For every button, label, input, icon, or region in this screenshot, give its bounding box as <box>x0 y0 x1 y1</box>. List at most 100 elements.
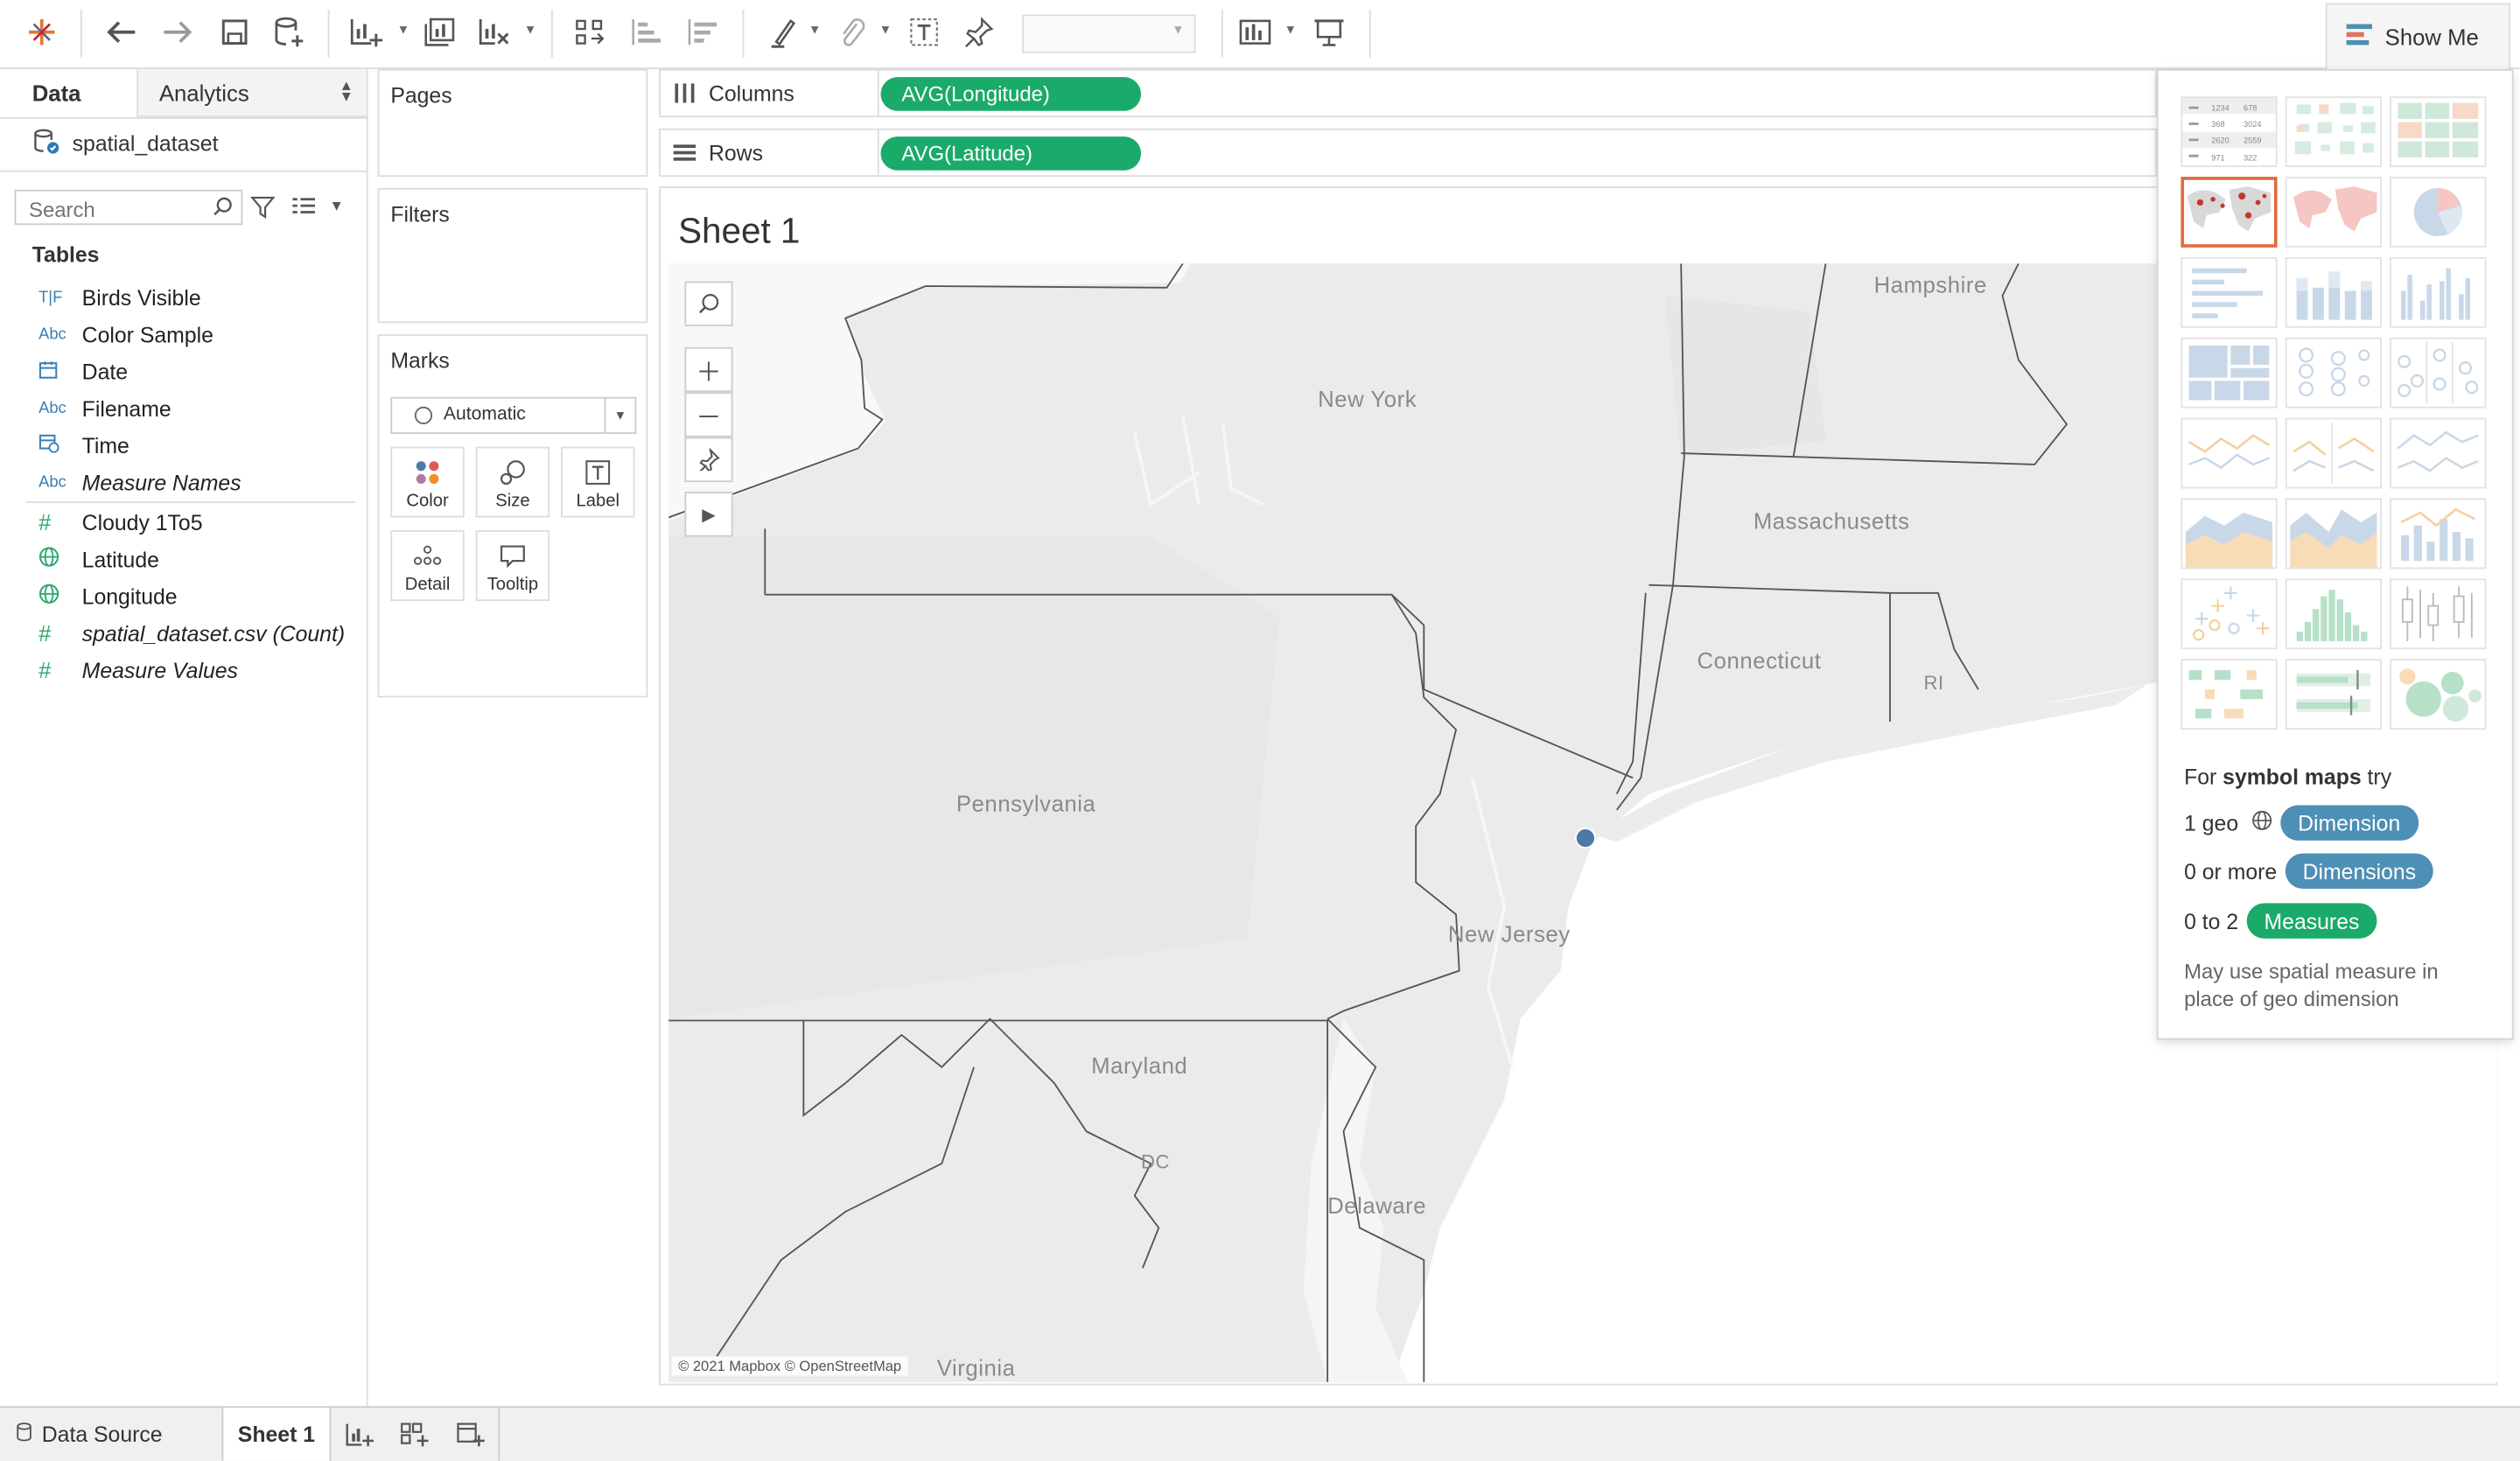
highlight-table-chart-icon[interactable] <box>2390 96 2487 168</box>
box-whisker-chart-icon[interactable] <box>2390 578 2487 650</box>
stacked-bars-chart-icon[interactable] <box>2285 256 2382 328</box>
new-worksheet-tab-icon[interactable] <box>340 1408 379 1461</box>
pages-card[interactable]: Pages <box>377 68 648 178</box>
area-continuous-chart-icon[interactable] <box>2180 498 2278 570</box>
continuous-lines-chart-icon[interactable] <box>2180 417 2278 489</box>
rows-shelf[interactable]: Rows AVG(Latitude) <box>659 128 2157 178</box>
data-source-tab[interactable]: Data Source <box>0 1408 221 1461</box>
sort-descending-icon[interactable] <box>683 13 722 52</box>
sort-ascending-icon[interactable] <box>626 13 665 52</box>
treemap-chart-icon[interactable] <box>2180 337 2278 409</box>
tooltip-button[interactable]: Tooltip <box>475 530 550 602</box>
heat-map-chart-icon[interactable] <box>2285 96 2382 168</box>
symbol-map-chart-icon[interactable] <box>2180 177 2278 248</box>
new-worksheet-icon[interactable] <box>347 13 386 52</box>
color-icon <box>415 457 440 489</box>
globe-icon <box>38 547 82 572</box>
search-input[interactable] <box>25 192 209 226</box>
save-icon[interactable] <box>215 13 254 52</box>
field-time[interactable]: Time <box>38 429 130 461</box>
group-icon[interactable] <box>832 13 871 52</box>
field-latitude[interactable]: Latitude <box>38 543 159 576</box>
new-data-source-icon[interactable] <box>270 13 309 52</box>
mark-type-dropdown[interactable]: Automatic ▼ <box>390 396 637 434</box>
tab-analytics[interactable]: Analytics ▲ ▼ <box>137 68 367 118</box>
dimension-badge: Dimension <box>2279 805 2418 841</box>
field-measure-names[interactable]: Abc Measure Names <box>38 466 242 499</box>
new-story-tab-icon[interactable] <box>452 1408 490 1461</box>
show-me-tab[interactable]: Show Me <box>2325 3 2510 69</box>
map-pin-icon[interactable] <box>684 437 733 483</box>
svg-text:2620: 2620 <box>2211 136 2229 144</box>
tab-arrows-icon: ▲ ▼ <box>339 77 354 105</box>
bullet-graph-chart-icon[interactable] <box>2285 659 2382 730</box>
map-label: Connecticut <box>1697 647 1822 674</box>
map-tools-expand-icon[interactable]: ▶ <box>684 492 733 537</box>
columns-shelf[interactable]: Columns AVG(Longitude) <box>659 68 2157 118</box>
datasource-icon <box>32 126 73 160</box>
circle-views-chart-icon[interactable] <box>2285 337 2382 409</box>
packed-bubbles-chart-icon[interactable] <box>2390 659 2487 730</box>
dual-combination-chart-icon[interactable] <box>2390 498 2487 570</box>
tab-data[interactable]: Data <box>0 68 138 118</box>
field-dataset-count[interactable]: # spatial_dataset.csv (Count) <box>38 617 345 649</box>
field-date[interactable]: Date <box>38 355 128 388</box>
show-labels-icon[interactable] <box>905 13 943 52</box>
area-discrete-chart-icon[interactable] <box>2285 498 2382 570</box>
latitude-pill[interactable]: AVG(Latitude) <box>880 136 1142 171</box>
gantt-chart-icon[interactable] <box>2180 659 2278 730</box>
search-box[interactable] <box>14 189 243 226</box>
side-by-side-bars-chart-icon[interactable] <box>2390 256 2487 328</box>
undo-icon[interactable] <box>103 13 142 52</box>
clear-sheet-icon[interactable] <box>476 13 514 52</box>
field-filename[interactable]: Abc Filename <box>38 392 172 424</box>
field-measure-values[interactable]: # Measure Values <box>38 654 238 687</box>
show-cards-icon[interactable] <box>1237 13 1276 52</box>
data-point-mark[interactable] <box>1574 828 1596 849</box>
zoom-in-icon[interactable]: ＋ <box>684 346 733 393</box>
color-button[interactable]: Color <box>390 446 465 518</box>
marks-card: Marks Automatic ▼ Color Size Label Detai… <box>377 334 648 698</box>
highlight-icon[interactable] <box>763 13 802 52</box>
map-label: New Jersey <box>1447 920 1571 947</box>
field-longitude[interactable]: Longitude <box>38 580 178 612</box>
discrete-lines-chart-icon[interactable] <box>2285 417 2382 489</box>
field-birds-visible[interactable]: T|F Birds Visible <box>38 281 201 313</box>
new-dashboard-tab-icon[interactable] <box>396 1408 434 1461</box>
field-color-sample[interactable]: Abc Color Sample <box>38 318 214 351</box>
redo-icon[interactable] <box>158 13 196 52</box>
detail-button[interactable]: Detail <box>390 530 465 602</box>
show-me-panel: 1234 678 368 3024 2620 2559 971 322 For … <box>2156 68 2514 1040</box>
datasource-item[interactable]: spatial_dataset <box>32 127 219 159</box>
duplicate-icon[interactable] <box>421 13 459 52</box>
sheet-1-tab[interactable]: Sheet 1 <box>221 1408 332 1461</box>
filled-map-chart-icon[interactable] <box>2285 177 2382 248</box>
fit-dropdown[interactable]: ▼ <box>1022 14 1196 53</box>
map-search-icon[interactable] <box>684 281 733 326</box>
pie-chart-icon[interactable] <box>2390 177 2487 248</box>
tables-header: Tables <box>32 242 100 267</box>
text-table-chart-icon[interactable]: 1234 678 368 3024 2620 2559 971 322 <box>2180 96 2278 168</box>
dual-lines-chart-icon[interactable] <box>2390 417 2487 489</box>
chevron-down-icon: ▼ <box>604 398 635 433</box>
label-icon <box>585 457 611 489</box>
side-by-side-circles-chart-icon[interactable] <box>2390 337 2487 409</box>
histogram-chart-icon[interactable] <box>2285 578 2382 650</box>
horizontal-bars-chart-icon[interactable] <box>2180 256 2278 328</box>
view-dropdown-icon[interactable]: ▼ <box>330 198 344 213</box>
view-list-icon[interactable] <box>292 196 315 225</box>
zoom-out-icon[interactable]: － <box>684 392 733 437</box>
label-button[interactable]: Label <box>561 446 635 518</box>
scatter-plot-chart-icon[interactable] <box>2180 578 2278 650</box>
rows-label: Rows <box>673 130 763 175</box>
swap-icon[interactable] <box>570 13 609 52</box>
size-button[interactable]: Size <box>475 446 550 518</box>
filter-icon[interactable] <box>250 196 276 227</box>
svg-text:3024: 3024 <box>2244 120 2261 129</box>
map-attribution[interactable]: © 2021 Mapbox © OpenStreetMap <box>671 1356 908 1376</box>
pin-icon[interactable] <box>960 13 998 52</box>
presentation-icon[interactable] <box>1310 13 1348 52</box>
field-cloudy-1to5[interactable]: # Cloudy 1To5 <box>38 507 202 539</box>
longitude-pill[interactable]: AVG(Longitude) <box>880 77 1142 111</box>
filters-card[interactable]: Filters <box>377 187 648 324</box>
